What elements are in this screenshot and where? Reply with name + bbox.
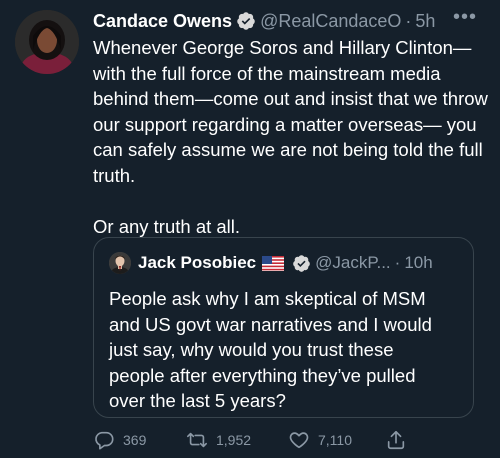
like-count: 7,110 [318, 432, 352, 448]
retweet-button[interactable]: 1,952 [186, 428, 251, 452]
us-flag-icon [262, 255, 285, 271]
retweet-icon [187, 432, 207, 448]
quoted-author-name: Jack Posobiec [138, 253, 257, 272]
like-button[interactable]: 7,110 [288, 428, 352, 452]
timestamp[interactable]: 5h [415, 11, 435, 32]
share-button[interactable] [385, 428, 415, 452]
tweet-header: Candace Owens @RealCandaceO · 5h [93, 8, 493, 34]
share-icon [387, 430, 405, 450]
quoted-author-handle: @JackP... [315, 253, 391, 272]
separator-dot: · [405, 10, 412, 31]
reply-button[interactable]: 369 [93, 428, 146, 452]
quoted-timestamp: 10h [404, 253, 433, 272]
more-icon[interactable]: ••• [450, 4, 480, 30]
quoted-avatar [109, 252, 131, 274]
quoted-tweet[interactable]: Jack Posobiec @JackP... · 10h People ask… [93, 237, 474, 418]
heart-icon [289, 432, 309, 449]
retweet-count: 1,952 [216, 432, 252, 448]
tweet-actions: 369 1,952 7,110 [93, 428, 493, 452]
verified-icon [293, 254, 310, 272]
separator-dot: · [394, 253, 401, 272]
tweet-paragraph: Or any truth at all. [93, 215, 241, 237]
author-handle[interactable]: @RealCandaceO [260, 11, 401, 32]
tweet-paragraph: Whenever George Soros and Hillary Clinto… [93, 37, 488, 186]
quoted-text: People ask why I am skeptical of MSM and… [109, 288, 432, 411]
tweet[interactable]: Candace Owens @RealCandaceO · 5h ••• Whe… [0, 0, 500, 458]
tweet-text: Whenever George Soros and Hillary Clinto… [93, 35, 488, 239]
avatar[interactable] [15, 10, 79, 74]
reply-icon [95, 431, 114, 450]
verified-icon [237, 12, 255, 30]
reply-count: 369 [123, 432, 147, 448]
author-name[interactable]: Candace Owens [93, 11, 232, 32]
quoted-header: Jack Posobiec @JackP... · 10h [138, 250, 433, 276]
